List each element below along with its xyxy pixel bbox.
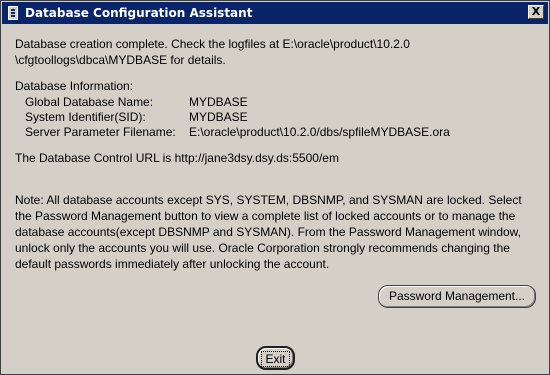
- close-icon[interactable]: X: [528, 5, 544, 19]
- title-bar[interactable]: Database Configuration Assistant X: [2, 2, 548, 24]
- spfile-value: E:\oracle\product\10.2.0/dbs/spfileMYDBA…: [189, 125, 450, 139]
- app-icon: [8, 6, 18, 20]
- password-management-button[interactable]: Password Management...: [378, 285, 536, 308]
- dbca-dialog: Database Configuration Assistant X Datab…: [0, 0, 550, 375]
- note-line-4: unlock only the accounts you will use. O…: [15, 241, 510, 255]
- completion-message-line-2: \cfgtoollogs\dbca\MYDBASE for details.: [15, 53, 226, 67]
- control-url-text: The Database Control URL is http://jane3…: [15, 151, 339, 165]
- spfile-label: Server Parameter Filename:: [25, 125, 176, 139]
- note-line-3: database accounts(except DBSNMP and SYSM…: [15, 225, 522, 239]
- db-info-heading: Database Information:: [15, 79, 134, 93]
- sid-label: System Identifier(SID):: [25, 110, 146, 124]
- exit-button-label: Exit: [261, 351, 290, 367]
- exit-button[interactable]: Exit: [256, 346, 295, 370]
- global-db-name-value: MYDBASE: [189, 95, 248, 109]
- window-title: Database Configuration Assistant: [25, 6, 253, 20]
- sid-value: MYDBASE: [189, 110, 248, 124]
- note-line-5: default passwords immediately after unlo…: [15, 257, 330, 271]
- note-line-1: Note: All database accounts except SYS, …: [15, 193, 522, 207]
- completion-message-line-1: Database creation complete. Check the lo…: [15, 37, 410, 51]
- global-db-name-label: Global Database Name:: [25, 95, 154, 109]
- note-line-2: the Password Management button to view a…: [15, 209, 516, 223]
